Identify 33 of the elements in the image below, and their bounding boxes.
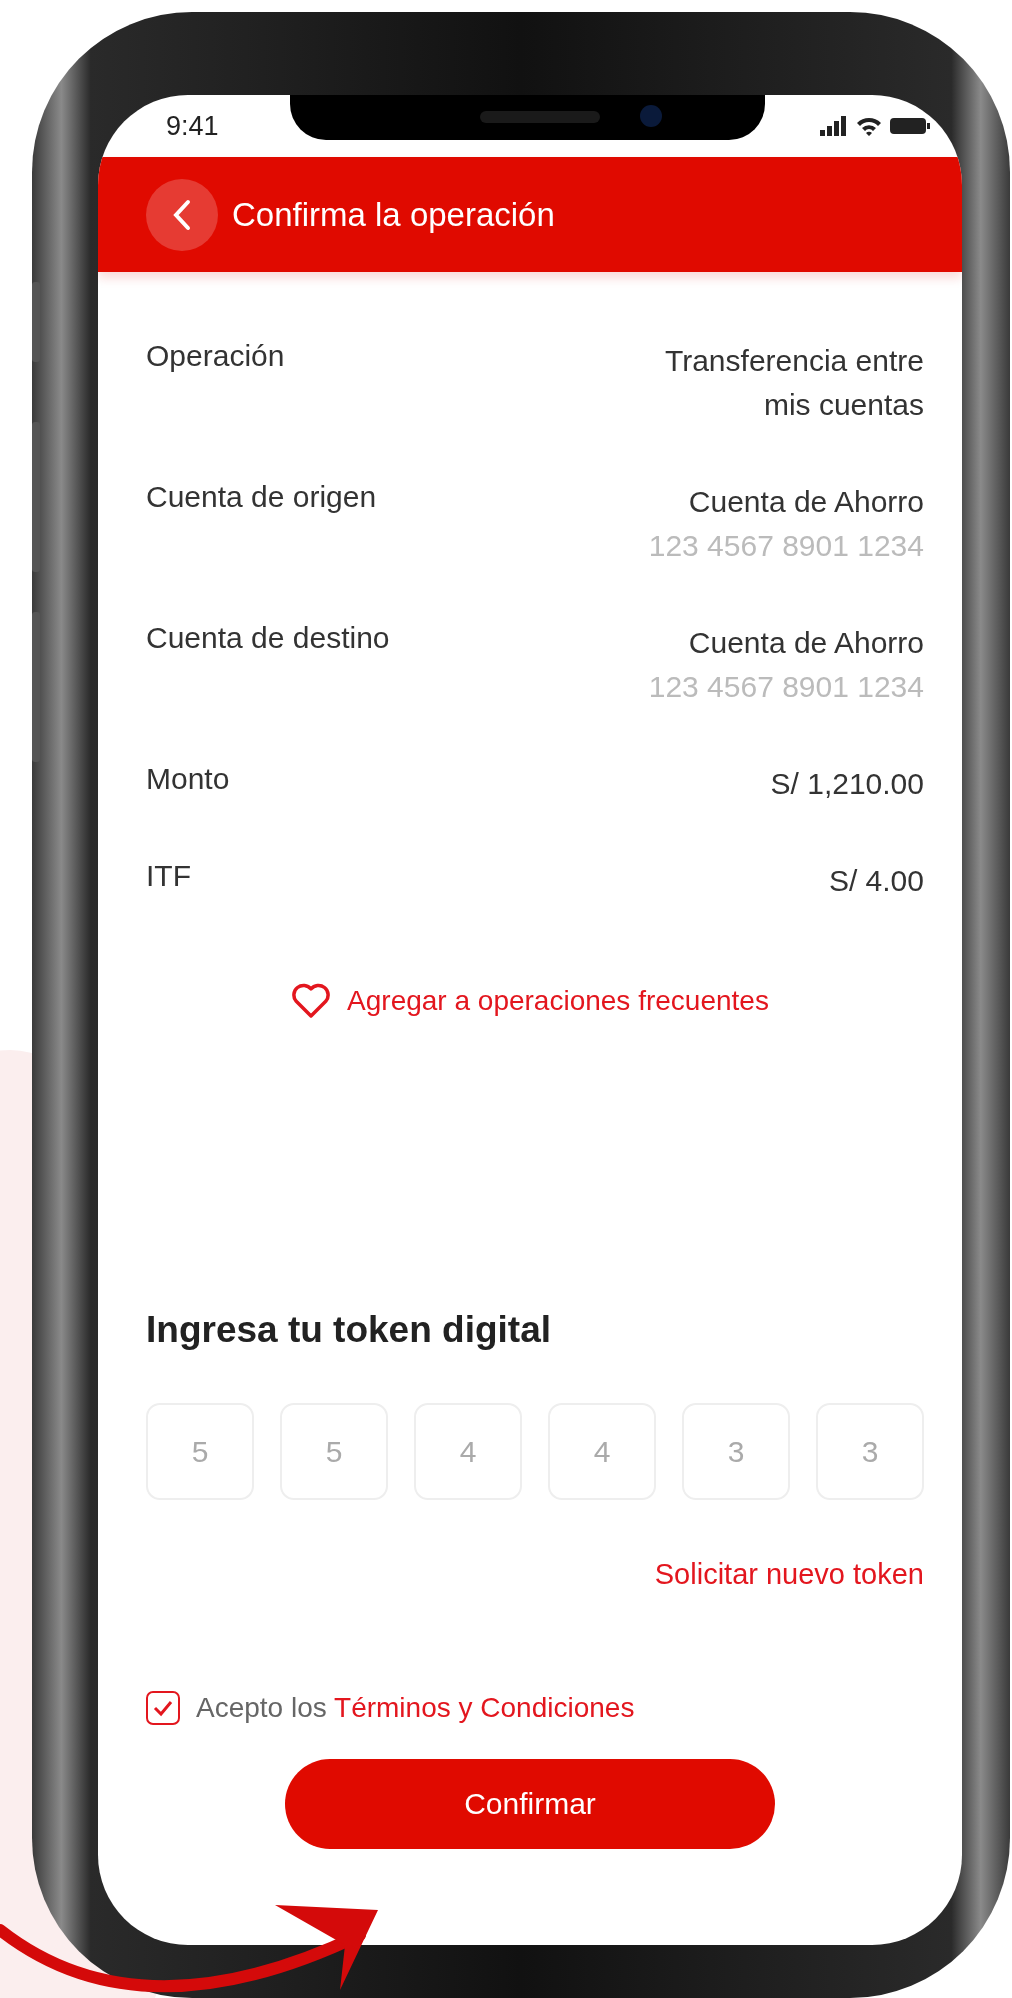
add-favorite-link[interactable]: Agregar a operaciones frecuentes [347, 985, 769, 1017]
token-title: Ingresa tu token digital [146, 1309, 552, 1351]
token-digit-field[interactable]: 4 [548, 1403, 656, 1500]
confirm-button[interactable]: Confirmar [285, 1759, 775, 1849]
token-digit-field[interactable]: 3 [682, 1403, 790, 1500]
screen-title: Confirma la operación [232, 195, 555, 234]
token-digit-field[interactable]: 5 [146, 1403, 254, 1500]
terms-checkbox[interactable] [146, 1691, 180, 1725]
signal-icon [820, 116, 848, 136]
detail-value: Cuenta de Ahorro [688, 625, 924, 661]
detail-label: Cuenta de origen [146, 480, 377, 514]
detail-value: Transferencia entre mis cuentas [664, 343, 924, 423]
detail-value: S/ 1,210.00 [770, 766, 924, 802]
detail-label: Operación [146, 339, 285, 373]
terms-text: Acepto los Términos y Condiciones [196, 1692, 635, 1724]
detail-label: ITF [146, 859, 191, 893]
request-token-link[interactable]: Solicitar nuevo token [654, 1558, 924, 1591]
account-number: 123 4567 8901 1234 [648, 528, 924, 564]
token-digit-field[interactable]: 3 [816, 1403, 924, 1500]
checkmark-icon [152, 1699, 174, 1717]
detail-label: Cuenta de destino [146, 621, 390, 655]
terms-link[interactable]: Términos y Condiciones [334, 1692, 635, 1723]
token-digit-field[interactable]: 5 [280, 1403, 388, 1500]
detail-value: Cuenta de Ahorro [688, 484, 924, 520]
account-number: 123 4567 8901 1234 [648, 669, 924, 705]
detail-label: Monto [146, 762, 230, 796]
chevron-left-icon [172, 198, 192, 231]
status-time: 9:41 [166, 110, 219, 142]
heart-icon [291, 983, 332, 1019]
token-digit-field[interactable]: 4 [414, 1403, 522, 1500]
wifi-icon [856, 116, 882, 136]
battery-icon [890, 116, 930, 136]
detail-value: S/ 4.00 [828, 863, 924, 899]
